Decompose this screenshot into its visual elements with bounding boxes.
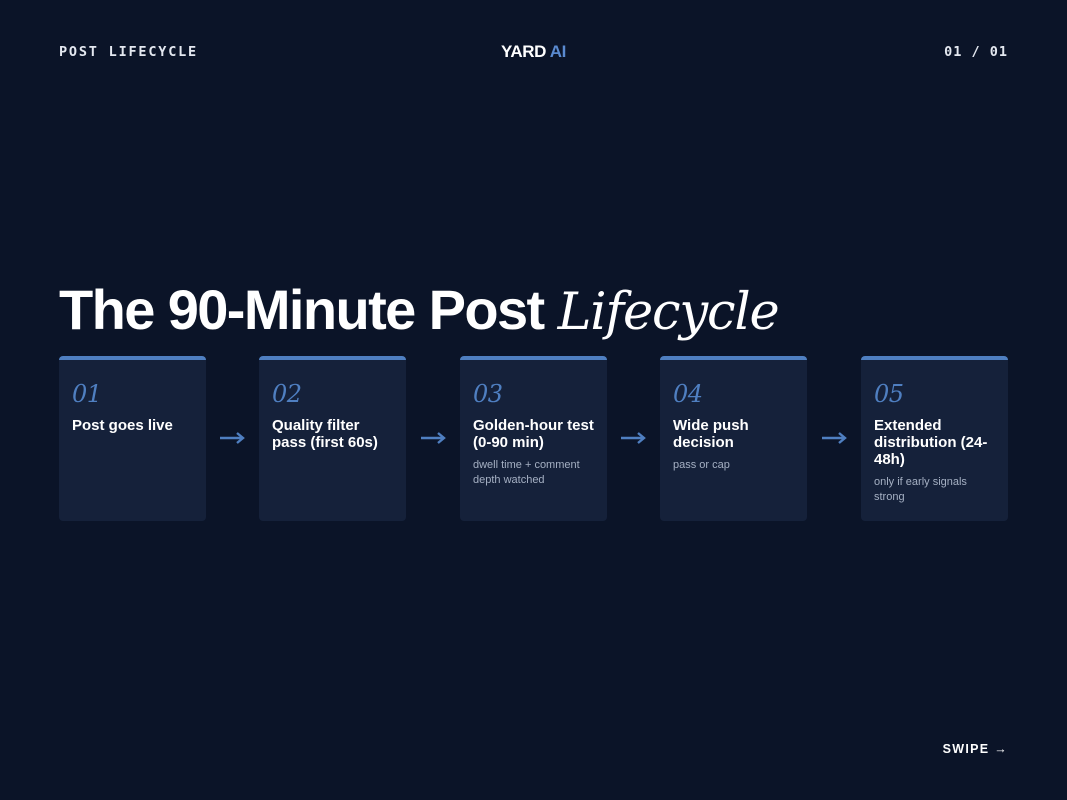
step-title: Extended distribution (24-48h) <box>874 417 988 468</box>
step-card-3: 03 Golden-hour test (0-90 min) dwell tim… <box>460 356 607 521</box>
page-title: The 90-Minute Post Lifecycle <box>59 278 780 345</box>
step-card-4: 04 Wide push decision pass or cap <box>660 356 807 521</box>
step-card-5: 05 Extended distribution (24-48h) only i… <box>861 356 1008 521</box>
step-number: 01 <box>72 380 102 408</box>
brand-accent: AI <box>549 42 567 61</box>
step-number: 03 <box>473 380 503 408</box>
step-number: 04 <box>673 380 703 408</box>
arrow-right-icon <box>822 432 847 444</box>
arrow-right-icon <box>621 432 646 444</box>
brand-name: YARD <box>501 42 547 61</box>
arrow-right-icon <box>421 432 446 444</box>
step-detail: dwell time + comment depth watched <box>473 459 580 486</box>
step-title: Quality filter pass (first 60s) <box>272 417 378 451</box>
step-detail: pass or cap <box>673 459 730 471</box>
step-title: Golden-hour test (0-90 min) <box>473 417 594 451</box>
step-title: Wide push decision <box>673 417 749 451</box>
page-indicator: 01 / 01 <box>944 44 1008 60</box>
step-number: 02 <box>272 380 302 408</box>
step-card-1: 01 Post goes live <box>59 356 206 521</box>
step-card-2: 02 Quality filter pass (first 60s) <box>259 356 406 521</box>
step-detail: only if early signals strong <box>874 476 967 503</box>
swipe-button[interactable]: SWIPE → <box>943 742 1008 756</box>
title-italic: Lifecycle <box>557 283 780 342</box>
step-title: Post goes live <box>72 417 173 434</box>
title-main: The 90-Minute Post <box>59 278 545 341</box>
arrow-right-icon <box>220 432 245 444</box>
step-number: 05 <box>874 380 904 408</box>
brand-logo: YARD AI <box>0 42 1067 62</box>
